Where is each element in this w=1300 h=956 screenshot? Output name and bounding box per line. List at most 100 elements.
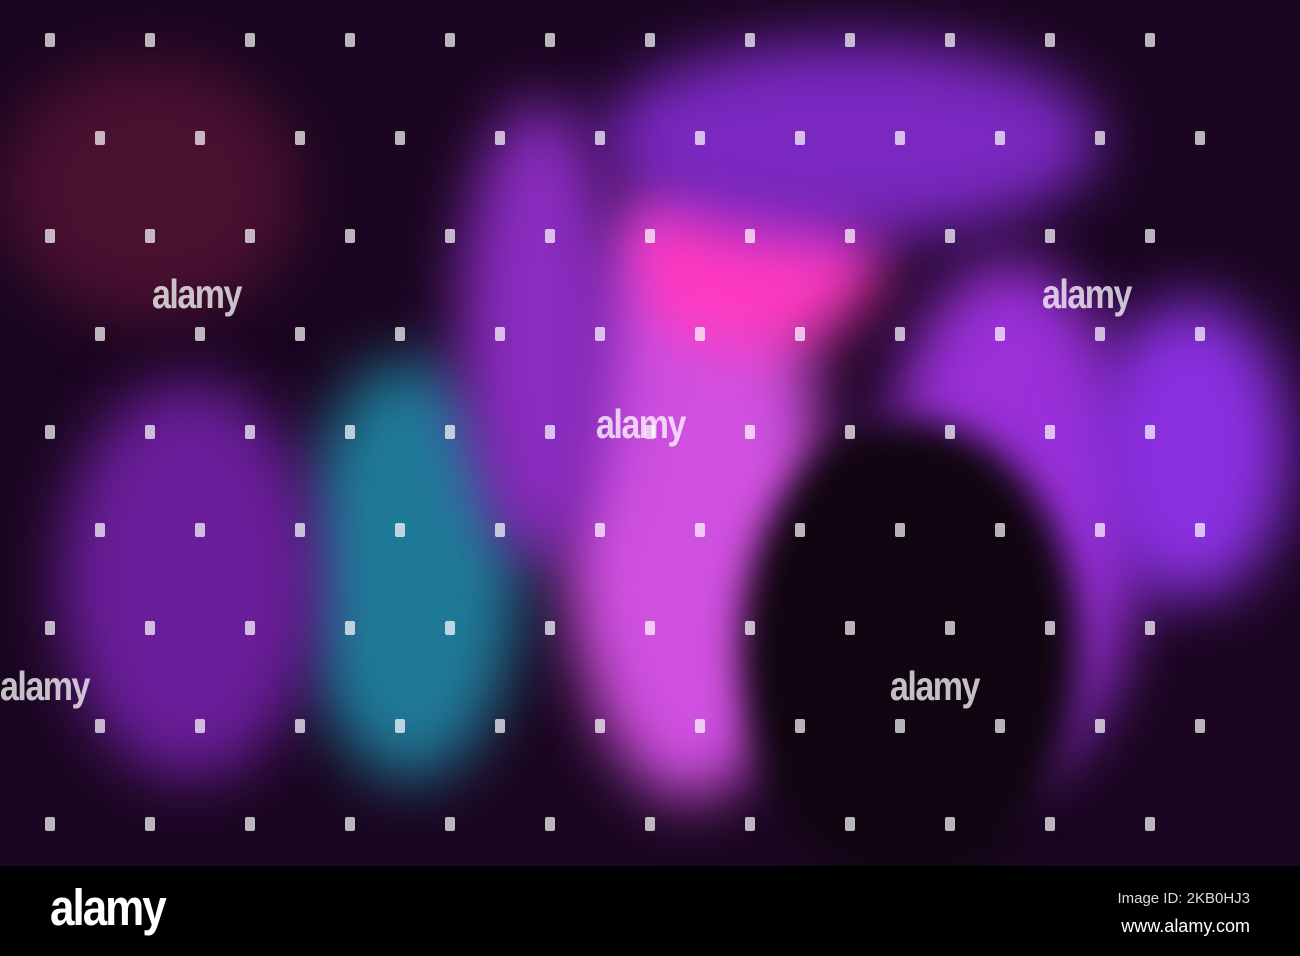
watermark-mark xyxy=(445,817,455,831)
watermark-mark xyxy=(845,425,855,439)
watermark-mark xyxy=(895,327,905,341)
watermark-mark xyxy=(895,523,905,537)
watermark-mark xyxy=(245,33,255,47)
watermark-mark xyxy=(295,523,305,537)
watermark-mark xyxy=(995,523,1005,537)
watermark: alamy xyxy=(890,664,980,710)
watermark-mark xyxy=(845,817,855,831)
watermark-mark xyxy=(345,33,355,47)
watermark-mark xyxy=(1095,131,1105,145)
watermark-mark xyxy=(345,621,355,635)
watermark-mark xyxy=(645,425,655,439)
watermark-mark xyxy=(945,621,955,635)
footer-bar: alamy Image ID: 2KB0HJ3 www.alamy.com xyxy=(0,866,1300,956)
watermark-mark xyxy=(595,327,605,341)
watermark-mark xyxy=(395,719,405,733)
watermark-mark xyxy=(695,523,705,537)
watermark-mark xyxy=(445,621,455,635)
watermark-mark xyxy=(795,719,805,733)
watermark-mark xyxy=(195,327,205,341)
watermark-mark xyxy=(245,621,255,635)
watermark-mark xyxy=(545,33,555,47)
watermark-mark xyxy=(195,131,205,145)
watermark-mark xyxy=(945,425,955,439)
cave-photo: alamy alamy alamy alamy alamy xyxy=(0,0,1300,866)
watermark-mark xyxy=(895,719,905,733)
watermark-mark xyxy=(995,719,1005,733)
watermark-mark xyxy=(395,523,405,537)
watermark-mark xyxy=(145,817,155,831)
watermark-mark xyxy=(95,719,105,733)
watermark-mark xyxy=(695,131,705,145)
watermark-mark xyxy=(1195,523,1205,537)
watermark-mark xyxy=(595,523,605,537)
watermark-mark xyxy=(595,131,605,145)
watermark-mark xyxy=(1095,327,1105,341)
website-link[interactable]: www.alamy.com xyxy=(1121,916,1250,937)
watermark-mark xyxy=(145,229,155,243)
watermark-mark xyxy=(1195,327,1205,341)
watermark-mark xyxy=(495,719,505,733)
watermark-mark xyxy=(145,621,155,635)
watermark-mark xyxy=(245,229,255,243)
watermark-mark xyxy=(495,131,505,145)
watermark-mark xyxy=(745,817,755,831)
watermark-mark xyxy=(145,33,155,47)
watermark-mark xyxy=(145,425,155,439)
alamy-logo: alamy xyxy=(50,880,167,937)
watermark-mark xyxy=(895,131,905,145)
watermark-mark xyxy=(1045,229,1055,243)
watermark-mark xyxy=(945,817,955,831)
watermark-mark xyxy=(295,131,305,145)
watermark-mark xyxy=(445,425,455,439)
watermark-mark xyxy=(745,229,755,243)
watermark-mark xyxy=(95,327,105,341)
watermark: alamy xyxy=(1042,272,1132,318)
watermark-mark xyxy=(195,719,205,733)
watermark-mark xyxy=(995,131,1005,145)
watermark-mark xyxy=(845,229,855,243)
watermark-mark xyxy=(795,523,805,537)
watermark-mark xyxy=(45,229,55,243)
watermark-mark xyxy=(645,621,655,635)
watermark-mark xyxy=(745,425,755,439)
watermark-mark xyxy=(45,817,55,831)
image-id: Image ID: 2KB0HJ3 xyxy=(1117,890,1250,907)
watermark-mark xyxy=(745,621,755,635)
watermark-mark xyxy=(695,719,705,733)
watermark-mark xyxy=(845,621,855,635)
watermark-mark xyxy=(45,621,55,635)
watermark-mark xyxy=(45,33,55,47)
watermark: alamy xyxy=(152,272,242,318)
watermark-mark xyxy=(945,229,955,243)
watermark-mark xyxy=(1045,621,1055,635)
watermark-mark xyxy=(345,817,355,831)
watermark-mark xyxy=(845,33,855,47)
watermark-mark xyxy=(1045,425,1055,439)
watermark-mark xyxy=(545,229,555,243)
watermark-mark xyxy=(295,327,305,341)
watermark-mark xyxy=(345,425,355,439)
watermark-mark xyxy=(245,817,255,831)
watermark-mark xyxy=(395,327,405,341)
watermark-mark xyxy=(1145,817,1155,831)
watermark-mark xyxy=(1195,719,1205,733)
watermark-mark xyxy=(1145,229,1155,243)
watermark-mark xyxy=(1095,523,1105,537)
watermark-mark xyxy=(545,425,555,439)
watermark-mark xyxy=(495,523,505,537)
watermark-mark xyxy=(95,523,105,537)
watermark-mark xyxy=(295,719,305,733)
watermark-mark xyxy=(395,131,405,145)
watermark-mark xyxy=(645,33,655,47)
watermark-mark xyxy=(95,131,105,145)
watermark-mark xyxy=(645,229,655,243)
watermark-mark xyxy=(345,229,355,243)
watermark-mark xyxy=(945,33,955,47)
watermark-mark xyxy=(545,817,555,831)
rock-right xyxy=(1090,300,1290,600)
watermark-mark xyxy=(1145,425,1155,439)
watermark-mark xyxy=(795,327,805,341)
watermark-mark xyxy=(1145,621,1155,635)
watermark-mark xyxy=(1095,719,1105,733)
